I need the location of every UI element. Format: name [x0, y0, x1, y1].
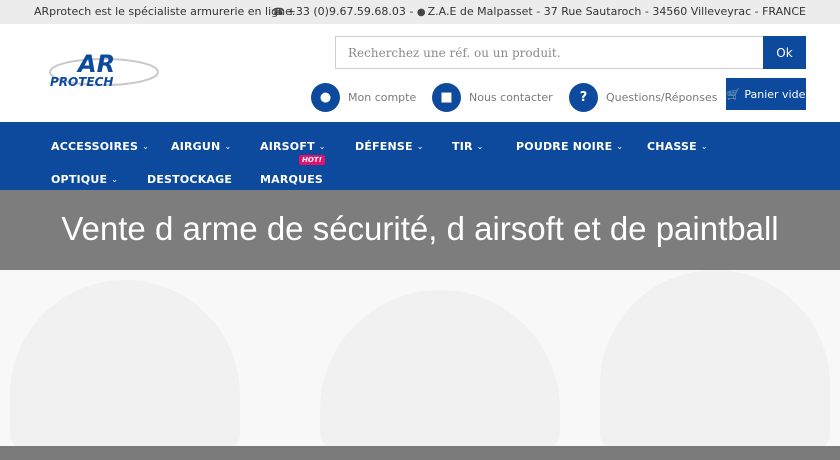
nav-item-marques[interactable]: MARQUES [260, 173, 323, 186]
question-icon: ? [569, 82, 598, 112]
nav-label: POUDRE NOIRE [516, 140, 613, 153]
chevron-down-icon: ⌄ [416, 142, 424, 151]
contact-link[interactable]: ■ Nous contacter [432, 82, 553, 112]
user-icon: ● [311, 82, 340, 112]
nav-label: ACCESSOIRES [51, 140, 139, 153]
chat-icon: ■ [432, 82, 461, 112]
hero-background-shape [320, 290, 560, 450]
nav-item-airgun[interactable]: AIRGUN ⌄ [171, 140, 231, 153]
nav-item-tir[interactable]: TIR ⌄ [452, 140, 484, 153]
hero-banner: Vente d arme de sécurité, d airsoft et d… [0, 190, 840, 460]
nav-item-defense[interactable]: DÉFENSE ⌄ [355, 140, 424, 153]
hot-badge: HOT! [299, 155, 325, 165]
tagline: ARprotech est le spécialiste armurerie e… [34, 5, 296, 18]
nav-label: DESTOCKAGE [147, 173, 233, 186]
main-navigation: ACCESSOIRES ⌄ AIRGUN ⌄ AIRSOFT ⌄ DÉFENSE ⌄ T… [0, 122, 840, 190]
chevron-down-icon: ⌄ [111, 175, 119, 184]
nav-label: OPTIQUE [51, 173, 108, 186]
phone-icon: ☎ [272, 7, 285, 18]
search-bar: Ok [335, 36, 806, 69]
hero-title: Vente d arme de sécurité, d airsoft et d… [61, 210, 779, 247]
cart-label: Panier vide [744, 87, 806, 101]
nav-item-poudre-noire[interactable]: POUDRE NOIRE ⌄ [516, 140, 623, 153]
contact-label: Nous contacter [469, 90, 553, 104]
chevron-down-icon: ⌄ [616, 142, 624, 151]
nav-label: CHASSE [647, 140, 697, 153]
account-link[interactable]: ● Mon compte [311, 82, 416, 112]
separator: - [409, 5, 417, 18]
nav-item-destockage[interactable]: DESTOCKAGE [147, 173, 232, 186]
account-label: Mon compte [348, 90, 417, 104]
nav-label: DÉFENSE [355, 140, 413, 153]
nav-item-airsoft[interactable]: AIRSOFT ⌄ [260, 140, 326, 153]
top-info-bar: ARprotech est le spécialiste armurerie e… [0, 0, 840, 24]
nav-label: MARQUES [260, 173, 324, 186]
nav-item-chasse[interactable]: CHASSE ⌄ [647, 140, 708, 153]
hero-bottom-band [0, 446, 840, 460]
nav-label: AIRGUN [171, 140, 221, 153]
hero-background-shape [600, 270, 830, 450]
chevron-down-icon: ⌄ [476, 142, 484, 151]
cart-icon: 🛒 [726, 87, 741, 101]
chevron-down-icon: ⌄ [142, 142, 149, 151]
faq-link[interactable]: ? Questions/Réponses [569, 82, 717, 112]
chevron-down-icon: ⌄ [318, 142, 326, 151]
hero-background-shape [10, 280, 240, 450]
nav-item-accessoires[interactable]: ACCESSOIRES ⌄ [51, 140, 149, 153]
search-input[interactable] [335, 36, 763, 69]
contact-info: ☎ +33 (0)9.67.59.68.03 - ● Z.A.E de Malpas… [272, 5, 806, 18]
cart-button[interactable]: 🛒 Panier vide [726, 78, 806, 110]
chevron-down-icon: ⌄ [700, 142, 708, 151]
nav-label: AIRSOFT [260, 140, 315, 153]
site-logo[interactable]: AR PROTECH [48, 48, 160, 92]
nav-label: TIR [452, 140, 473, 153]
map-marker-icon: ● [416, 7, 426, 18]
chevron-down-icon: ⌄ [224, 142, 232, 151]
phone-number: +33 (0)9.67.59.68.03 [286, 5, 406, 18]
search-button[interactable]: Ok [763, 36, 806, 69]
svg-text:PROTECH: PROTECH [50, 75, 113, 89]
site-header: AR PROTECH Ok ● Mon compte ■ Nous contac… [0, 24, 840, 122]
logo-graphic: AR PROTECH [49, 50, 159, 89]
faq-label: Questions/Réponses [606, 90, 718, 104]
address: Z.A.E de Malpasset - 37 Rue Sautaroch - … [427, 5, 806, 18]
svg-text:AR: AR [76, 50, 115, 78]
nav-item-optique[interactable]: OPTIQUE ⌄ [51, 173, 118, 186]
